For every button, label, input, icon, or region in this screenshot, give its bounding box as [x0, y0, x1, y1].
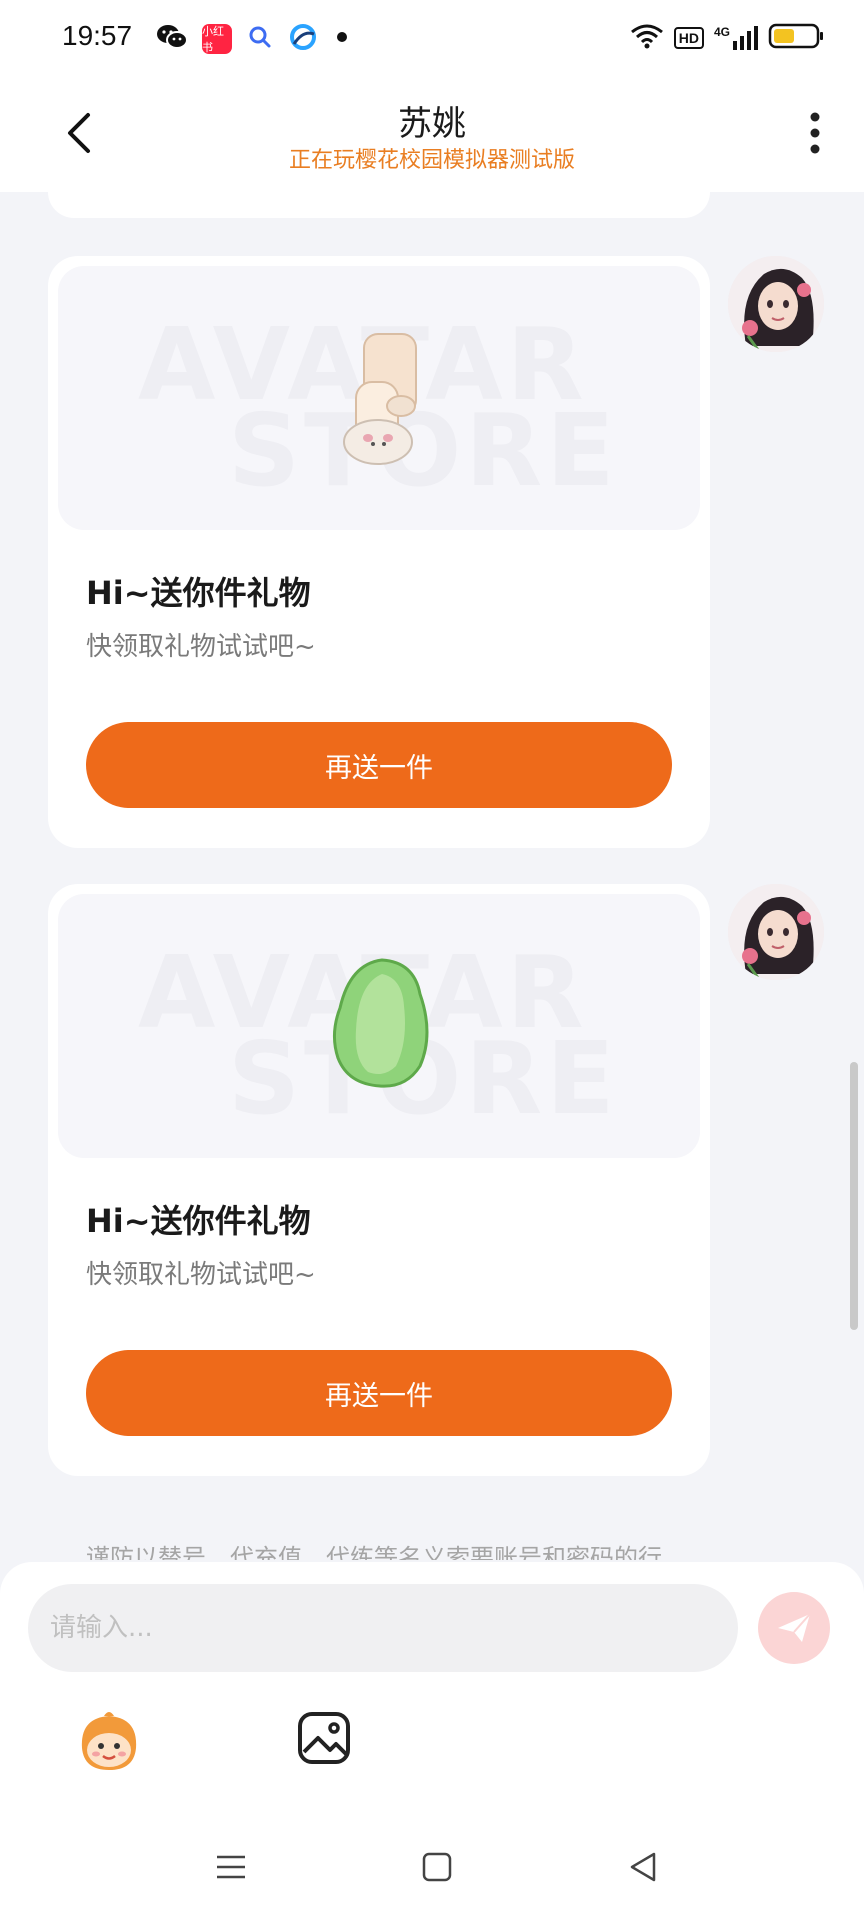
gift-title: Hi~送你件礼物: [86, 574, 311, 612]
message-input[interactable]: [28, 1584, 738, 1672]
avatar[interactable]: [728, 256, 824, 352]
playing-status: 正在玩樱花校园模拟器测试版: [288, 148, 575, 173]
wifi-icon: [630, 22, 664, 54]
image-picker-button[interactable]: [296, 1710, 352, 1766]
previous-message-card: [48, 192, 710, 218]
user-avatar-image: [728, 884, 824, 980]
browser-app-icon: [288, 22, 318, 56]
gift-message-card: AVATAR STORE Hi~送你件礼物 快领取礼物试试吧~ 再送一件: [48, 884, 710, 1476]
network-type-label: 4G: [713, 25, 730, 39]
gift-subtitle: 快领取礼物试试吧~: [86, 1260, 316, 1290]
system-nav-bar: [0, 1820, 864, 1920]
status-bar: 19:57 小红书 HD 4G: [0, 0, 864, 78]
scrollbar[interactable]: [850, 1062, 858, 1330]
send-button[interactable]: [758, 1592, 830, 1664]
back-nav-button[interactable]: [618, 1842, 668, 1892]
gift-image: AVATAR STORE: [58, 894, 700, 1158]
status-time: 19:57: [62, 20, 133, 51]
notification-dot-icon: [332, 27, 352, 51]
gift-title: Hi~送你件礼物: [86, 1202, 311, 1240]
paper-plane-icon: [778, 1613, 811, 1642]
gift-image: AVATAR STORE: [58, 266, 700, 530]
status-app-icons: 小红书: [156, 22, 352, 56]
monkey-emoji-icon: [81, 1712, 137, 1770]
back-triangle-icon: [630, 1852, 656, 1882]
home-nav-button[interactable]: [412, 1842, 462, 1892]
emoji-button[interactable]: [74, 1708, 144, 1778]
battery-icon: [768, 22, 824, 54]
xiaohongshu-icon: 小红书: [202, 24, 232, 54]
page-title: 苏姚: [398, 104, 466, 144]
image-icon: [298, 1712, 350, 1764]
chat-list[interactable]: AVATAR STORE Hi~送你件礼物 快领取礼物试试吧~ 再送一件 STO…: [0, 192, 864, 1560]
cellular-signal-icon: 4G: [714, 25, 758, 51]
input-panel: [0, 1562, 864, 1920]
menu-icon: [217, 1855, 245, 1879]
send-another-button[interactable]: 再送一件: [86, 1350, 672, 1436]
hd-badge: HD: [673, 27, 704, 49]
home-square-icon: [422, 1852, 452, 1882]
more-options-button[interactable]: [790, 108, 840, 158]
wechat-icon: [156, 23, 188, 55]
search-app-icon: [246, 23, 274, 55]
status-indicators: HD 4G: [630, 22, 824, 54]
gift-message-card: AVATAR STORE Hi~送你件礼物 快领取礼物试试吧~ 再送一件: [48, 256, 710, 848]
menu-nav-button[interactable]: [206, 1842, 256, 1892]
user-avatar-image: [728, 256, 824, 352]
socks-gift-icon: [343, 333, 417, 465]
gift-subtitle: 快领取礼物试试吧~: [86, 632, 316, 662]
more-vertical-icon: [810, 112, 820, 154]
security-notice: 谨防以替号、代充值、代练等名义索要账号和密码的行: [86, 1544, 662, 1560]
jade-gift-icon: [333, 958, 429, 1088]
chat-header: 苏姚 正在玩樱花校园模拟器测试版: [0, 78, 864, 192]
avatar[interactable]: [728, 884, 824, 980]
send-another-button[interactable]: 再送一件: [86, 722, 672, 808]
